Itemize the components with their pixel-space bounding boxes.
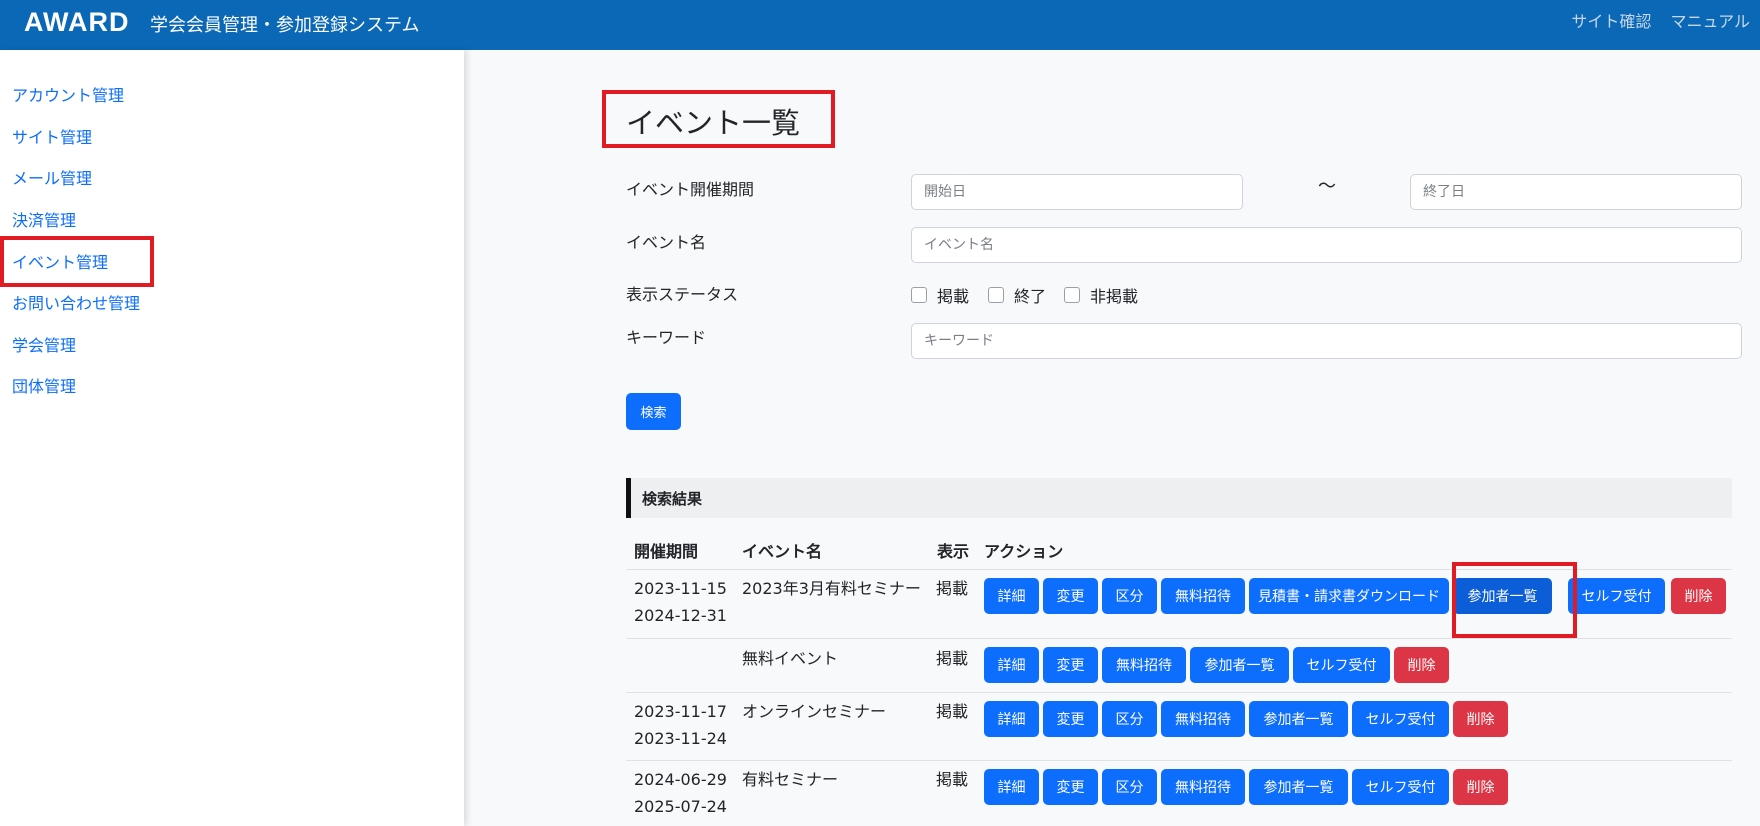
edit-button[interactable]: 変更 bbox=[1043, 647, 1098, 683]
display-status-label: 表示ステータス bbox=[626, 285, 739, 304]
status-checkbox-unpublished[interactable]: 非掲載 bbox=[1064, 283, 1138, 307]
keyword-label: キーワード bbox=[626, 328, 707, 347]
detail-button[interactable]: 詳細 bbox=[984, 647, 1039, 683]
row-status: 掲載 bbox=[936, 770, 969, 789]
checkbox-icon[interactable] bbox=[911, 287, 927, 303]
sidebar-item-account[interactable]: アカウント管理 bbox=[12, 82, 124, 106]
sidebar-item-event[interactable]: イベント管理 bbox=[12, 249, 108, 273]
participant-list-button[interactable]: 参加者一覧 bbox=[1453, 578, 1552, 614]
status-checkbox-ended[interactable]: 終了 bbox=[988, 283, 1046, 307]
main-content: イベント一覧 イベント開催期間 〜 イベント名 表示ステータス 掲載 終了 非掲… bbox=[464, 50, 1760, 826]
sidebar-item-inquiry[interactable]: お問い合わせ管理 bbox=[12, 290, 140, 314]
row-divider bbox=[626, 569, 1732, 570]
row-event-name: 有料セミナー bbox=[742, 770, 839, 789]
keyword-input[interactable] bbox=[911, 323, 1742, 359]
site-check-link[interactable]: サイト確認 bbox=[1571, 12, 1651, 31]
event-period-label: イベント開催期間 bbox=[626, 180, 755, 199]
self-checkin-button[interactable]: セルフ受付 bbox=[1293, 647, 1390, 683]
column-header-period: 開催期間 bbox=[634, 542, 699, 561]
detail-button[interactable]: 詳細 bbox=[984, 769, 1039, 805]
free-invite-button[interactable]: 無料招待 bbox=[1161, 769, 1245, 805]
sidebar-item-organization[interactable]: 団体管理 bbox=[12, 373, 76, 397]
category-button[interactable]: 区分 bbox=[1102, 578, 1157, 614]
detail-button[interactable]: 詳細 bbox=[984, 701, 1039, 737]
status-checkbox-published[interactable]: 掲載 bbox=[911, 283, 969, 307]
row-divider bbox=[626, 692, 1732, 693]
status-option-label: 掲載 bbox=[937, 287, 970, 306]
participant-list-button[interactable]: 参加者一覧 bbox=[1249, 769, 1348, 805]
free-invite-button[interactable]: 無料招待 bbox=[1161, 578, 1245, 614]
row-status: 掲載 bbox=[936, 579, 969, 598]
sidebar: アカウント管理 サイト管理 メール管理 決済管理 イベント管理 お問い合わせ管理… bbox=[0, 50, 464, 826]
row-start-date: 2023-11-17 bbox=[634, 702, 727, 721]
detail-button[interactable]: 詳細 bbox=[984, 578, 1039, 614]
delete-button[interactable]: 削除 bbox=[1453, 701, 1508, 737]
sidebar-item-payment[interactable]: 決済管理 bbox=[12, 207, 76, 231]
search-button[interactable]: 検索 bbox=[626, 393, 681, 430]
quote-invoice-download-button[interactable]: 見積書・請求書ダウンロード bbox=[1249, 578, 1449, 614]
participant-list-button[interactable]: 参加者一覧 bbox=[1190, 647, 1289, 683]
free-invite-button[interactable]: 無料招待 bbox=[1161, 701, 1245, 737]
row-divider bbox=[626, 760, 1732, 761]
row-status: 掲載 bbox=[936, 649, 969, 668]
row-start-date: 2023-11-15 bbox=[634, 579, 727, 598]
row-end-date: 2025-07-24 bbox=[634, 797, 727, 816]
delete-button[interactable]: 削除 bbox=[1671, 578, 1726, 614]
row-end-date: 2024-12-31 bbox=[634, 606, 727, 625]
row-start-date: 2024-06-29 bbox=[634, 770, 727, 789]
edit-button[interactable]: 変更 bbox=[1043, 701, 1098, 737]
edit-button[interactable]: 変更 bbox=[1043, 769, 1098, 805]
award-logo[interactable]: AWARD bbox=[24, 7, 130, 38]
top-links: サイト確認 マニュアル bbox=[1557, 8, 1750, 32]
status-option-label: 非掲載 bbox=[1090, 287, 1139, 306]
app-title: 学会会員管理・参加登録システム bbox=[150, 15, 420, 36]
sidebar-item-site[interactable]: サイト管理 bbox=[12, 124, 92, 148]
row-event-name: オンラインセミナー bbox=[742, 702, 887, 721]
end-date-input[interactable] bbox=[1410, 174, 1742, 210]
row-divider bbox=[626, 638, 1732, 639]
checkbox-icon[interactable] bbox=[988, 287, 1004, 303]
delete-button[interactable]: 削除 bbox=[1453, 769, 1508, 805]
search-results-header: 検索結果 bbox=[626, 478, 1732, 518]
delete-button[interactable]: 削除 bbox=[1394, 647, 1449, 683]
status-option-label: 終了 bbox=[1014, 287, 1047, 306]
row-event-name: 無料イベント bbox=[742, 649, 839, 668]
event-name-label: イベント名 bbox=[626, 233, 707, 252]
self-checkin-button[interactable]: セルフ受付 bbox=[1352, 701, 1449, 737]
period-separator: 〜 bbox=[1318, 176, 1336, 197]
category-button[interactable]: 区分 bbox=[1102, 769, 1157, 805]
page-title: イベント一覧 bbox=[626, 106, 801, 140]
manual-link[interactable]: マニュアル bbox=[1670, 12, 1750, 31]
free-invite-button[interactable]: 無料招待 bbox=[1102, 647, 1186, 683]
sidebar-item-mail[interactable]: メール管理 bbox=[12, 165, 92, 189]
row-end-date: 2023-11-24 bbox=[634, 729, 727, 748]
column-header-action: アクション bbox=[984, 542, 1064, 561]
edit-button[interactable]: 変更 bbox=[1043, 578, 1098, 614]
column-header-event-name: イベント名 bbox=[742, 542, 823, 561]
self-checkin-button[interactable]: セルフ受付 bbox=[1568, 578, 1665, 614]
row-event-name: 2023年3月有料セミナー bbox=[742, 579, 921, 598]
top-navbar: AWARD 学会会員管理・参加登録システム サイト確認 マニュアル bbox=[0, 0, 1760, 50]
participant-list-button[interactable]: 参加者一覧 bbox=[1249, 701, 1348, 737]
checkbox-icon[interactable] bbox=[1064, 287, 1080, 303]
event-name-input[interactable] bbox=[911, 227, 1742, 263]
row-status: 掲載 bbox=[936, 702, 969, 721]
sidebar-item-society[interactable]: 学会管理 bbox=[12, 332, 76, 356]
column-header-status: 表示 bbox=[937, 542, 970, 561]
start-date-input[interactable] bbox=[911, 174, 1243, 210]
category-button[interactable]: 区分 bbox=[1102, 701, 1157, 737]
self-checkin-button[interactable]: セルフ受付 bbox=[1352, 769, 1449, 805]
